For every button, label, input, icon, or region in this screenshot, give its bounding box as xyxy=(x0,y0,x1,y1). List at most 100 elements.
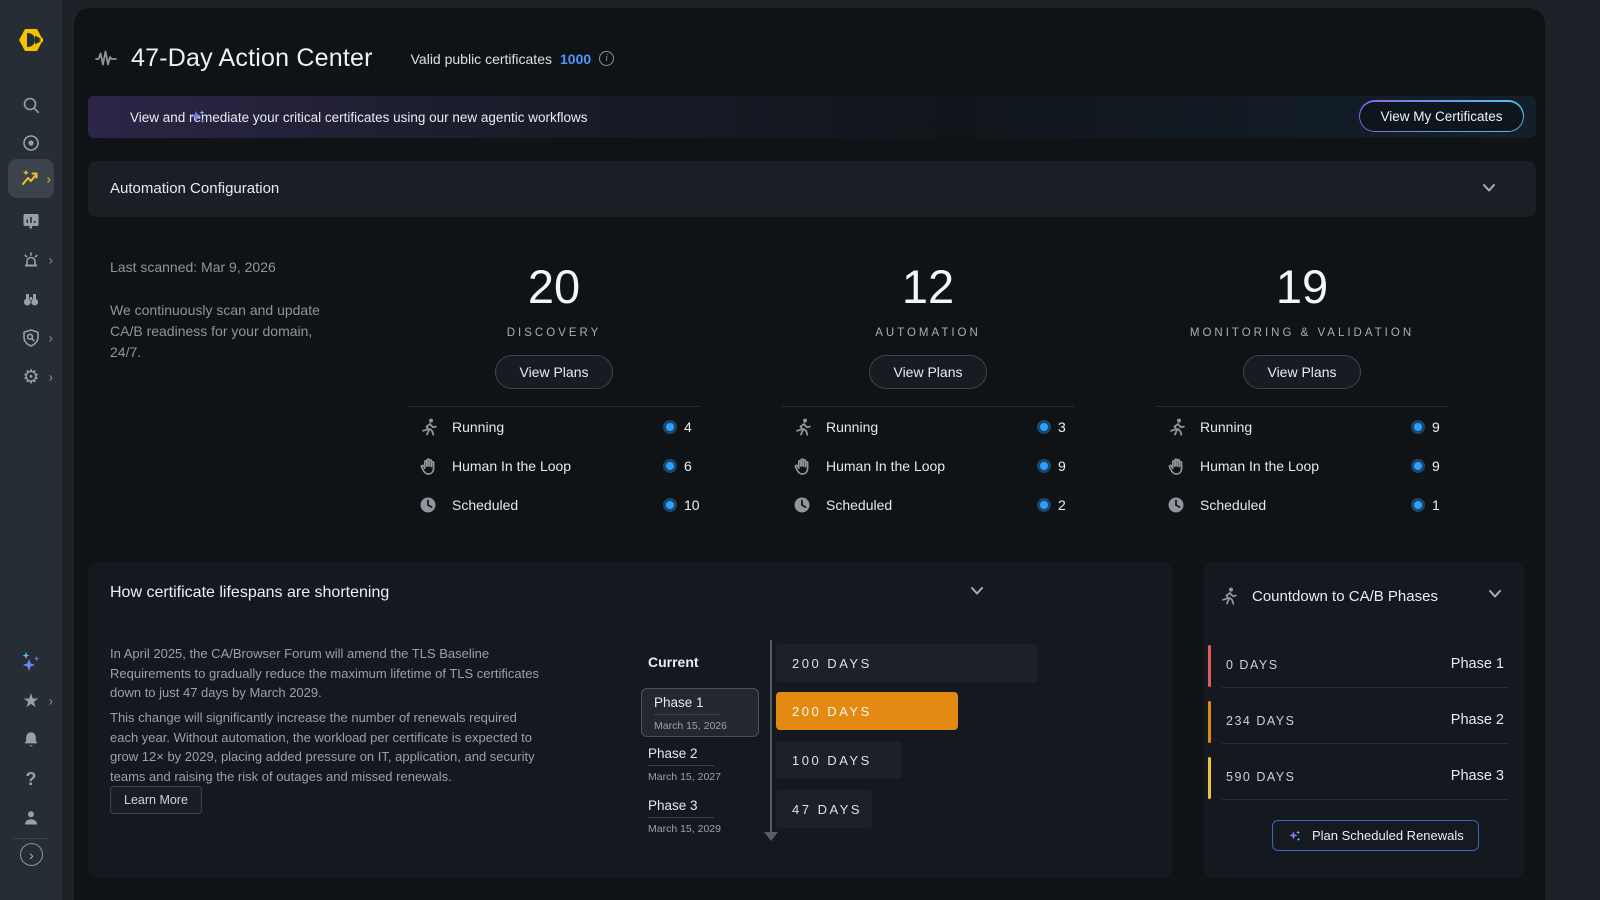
plan-scheduled-renewals-button[interactable]: Plan Scheduled Renewals xyxy=(1272,820,1479,851)
lifespans-card: How certificate lifespans are shortening… xyxy=(88,562,1172,878)
lifespans-paragraph-1: In April 2025, the CA/Browser Forum will… xyxy=(110,644,542,703)
chevron-down-icon[interactable] xyxy=(1482,183,1496,193)
phase-date: March 15, 2026 xyxy=(654,720,746,732)
chevron-right-icon: › xyxy=(49,694,53,709)
stat-row: Running 3 xyxy=(782,407,1074,446)
stat-row: Human In the Loop 9 xyxy=(1156,446,1448,485)
agentic-workflows-banner: View and remediate your critical certifi… xyxy=(88,96,1536,138)
stat-column-automation: 12 AUTOMATION View Plans Running 3 Human… xyxy=(782,260,1074,524)
phase-1-item-selected[interactable]: Phase 1 March 15, 2026 xyxy=(641,688,759,737)
page-header: 47-Day Action Center Valid public certif… xyxy=(95,44,614,73)
sidebar-help-icon[interactable]: ? xyxy=(8,762,54,796)
stat-row: Running 9 xyxy=(1156,407,1448,446)
stat-row-label: Running xyxy=(1200,419,1252,435)
stat-row-count: 1 xyxy=(1432,497,1448,513)
learn-more-button[interactable]: Learn More xyxy=(110,786,202,814)
chevron-right-icon: › xyxy=(49,253,53,268)
stat-value: 20 xyxy=(408,260,700,314)
sidebar-favorites-star-icon[interactable]: ★ › xyxy=(8,684,54,718)
view-my-certificates-button[interactable]: View My Certificates xyxy=(1359,100,1524,132)
sidebar-settings-gear-icon[interactable]: ⚙ › xyxy=(8,360,54,394)
stat-row-label: Running xyxy=(452,419,504,435)
countdown-row-phase-2: 234 DAYS Phase 2 xyxy=(1208,701,1516,744)
stat-column-monitoring: 19 MONITORING & VALIDATION View Plans Ru… xyxy=(1156,260,1448,524)
countdown-days: 234 DAYS xyxy=(1226,714,1295,728)
stat-row: Running 4 xyxy=(408,407,700,446)
cert-count-value[interactable]: 1000 xyxy=(560,51,591,67)
stat-row-label: Human In the Loop xyxy=(452,458,571,474)
chevron-right-icon: › xyxy=(49,331,53,346)
status-dot-icon xyxy=(663,459,677,473)
sidebar-alerts-icon[interactable]: › xyxy=(8,243,54,277)
brand-logo-icon[interactable] xyxy=(13,22,49,58)
last-scanned-text: Last scanned: Mar 9, 2026 xyxy=(110,259,276,275)
bar-label: 200 DAYS xyxy=(792,656,872,671)
sidebar-workflows-item-active[interactable]: › xyxy=(8,159,54,198)
stat-row-count: 9 xyxy=(1432,458,1448,474)
lifespan-bar-phase-1-highlighted[interactable]: 200 DAYS xyxy=(776,692,958,730)
divider xyxy=(1222,799,1508,800)
chevron-right-icon: › xyxy=(47,171,51,186)
status-dot-icon xyxy=(1037,459,1051,473)
clock-icon xyxy=(1166,495,1186,515)
pulse-icon xyxy=(95,48,117,70)
clock-icon xyxy=(792,495,812,515)
sidebar-dashboard-icon[interactable] xyxy=(8,204,54,238)
view-my-certificates-label: View My Certificates xyxy=(1360,102,1522,131)
stat-row: Scheduled 1 xyxy=(1156,485,1448,524)
phase-color-bar xyxy=(1208,645,1211,687)
timeline-arrow-icon xyxy=(764,832,778,841)
star-icon: ★ xyxy=(22,692,39,711)
countdown-row-phase-1: 0 DAYS Phase 1 xyxy=(1208,645,1516,688)
runner-icon xyxy=(1218,586,1238,606)
view-plans-button[interactable]: View Plans xyxy=(1243,355,1360,389)
view-plans-button[interactable]: View Plans xyxy=(869,355,986,389)
clock-icon xyxy=(418,495,438,515)
countdown-phase: Phase 2 xyxy=(1451,712,1504,728)
sidebar-inspector-shield-icon[interactable]: › xyxy=(8,321,54,355)
plan-scheduled-renewals-label: Plan Scheduled Renewals xyxy=(1312,828,1464,843)
stat-row: Human In the Loop 9 xyxy=(782,446,1074,485)
stat-label: AUTOMATION xyxy=(782,327,1074,339)
gear-icon: ⚙ xyxy=(22,368,39,387)
countdown-title: Countdown to CA/B Phases xyxy=(1252,588,1438,605)
timeline-axis xyxy=(770,640,772,832)
sparkle-icon xyxy=(1287,828,1303,844)
automation-configuration-panel[interactable]: Automation Configuration xyxy=(88,161,1536,217)
lifespan-bar-phase-2: 100 DAYS xyxy=(776,741,902,779)
sidebar-monitor-target-icon[interactable] xyxy=(8,126,54,160)
chevron-down-icon[interactable] xyxy=(1488,589,1502,599)
phase-2-item[interactable]: Phase 2 March 15, 2027 xyxy=(648,746,748,783)
chevron-down-icon[interactable] xyxy=(970,586,984,596)
phase-date: March 15, 2027 xyxy=(648,771,748,783)
cert-count-label: Valid public certificates xyxy=(411,51,552,67)
hand-icon xyxy=(792,456,812,476)
status-dot-icon xyxy=(663,498,677,512)
bar-label: 200 DAYS xyxy=(792,704,872,719)
stat-row-count: 2 xyxy=(1058,497,1074,513)
sidebar-search-icon[interactable] xyxy=(8,88,54,122)
automation-configuration-title: Automation Configuration xyxy=(110,180,279,197)
sidebar-discovery-binoculars-icon[interactable] xyxy=(8,282,54,316)
scan-description: We continuously scan and update CA/B rea… xyxy=(110,300,320,363)
stat-row-count: 4 xyxy=(684,419,700,435)
countdown-phase: Phase 3 xyxy=(1451,768,1504,784)
stat-label: DISCOVERY xyxy=(408,327,700,339)
phase-3-item[interactable]: Phase 3 March 15, 2029 xyxy=(648,798,748,835)
phase-color-bar xyxy=(1208,757,1211,799)
sidebar-collapse-button[interactable]: › xyxy=(20,843,43,866)
info-icon[interactable]: i xyxy=(599,51,614,66)
stat-row-count: 3 xyxy=(1058,419,1074,435)
app-screen: › › › ⚙ › ★ xyxy=(0,0,1600,900)
runner-icon xyxy=(418,417,438,437)
view-plans-button[interactable]: View Plans xyxy=(495,355,612,389)
stat-value: 12 xyxy=(782,260,1074,314)
lifespan-bar-current: 200 DAYS xyxy=(776,644,1038,682)
sidebar-account-icon[interactable] xyxy=(8,801,54,835)
sidebar-assistant-sparkles-icon[interactable] xyxy=(8,645,54,679)
chevron-right-icon: › xyxy=(29,847,34,863)
sidebar-notifications-bell-icon[interactable] xyxy=(8,723,54,757)
phase-name: Phase 2 xyxy=(648,746,714,766)
stat-row: Human In the Loop 6 xyxy=(408,446,700,485)
countdown-card: Countdown to CA/B Phases 0 DAYS Phase 1 … xyxy=(1204,562,1524,878)
